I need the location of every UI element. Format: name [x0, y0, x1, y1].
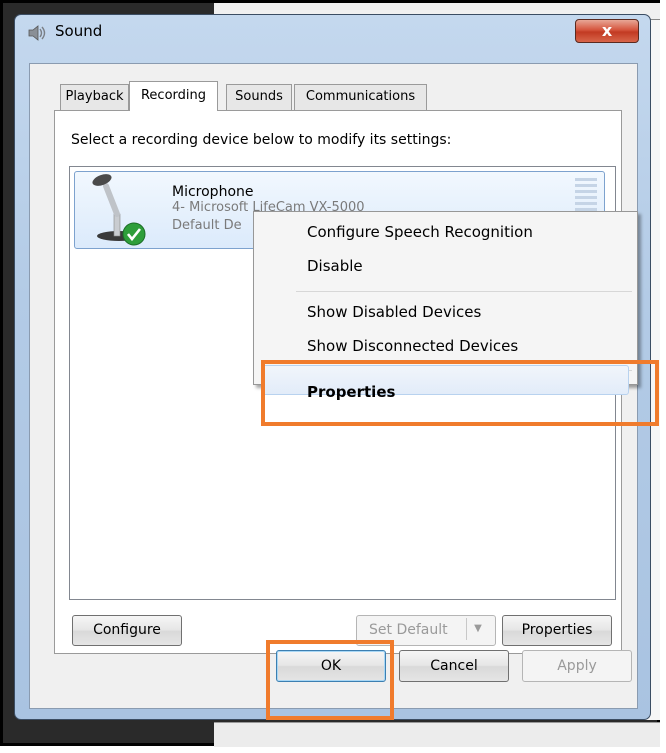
instruction-text: Select a recording device below to modif… [71, 132, 452, 148]
tab-recording[interactable]: Recording [129, 81, 218, 111]
tab-playback[interactable]: Playback [60, 84, 129, 110]
menu-item-disable[interactable]: Disable [307, 257, 363, 275]
background-window-bottom [214, 722, 660, 747]
menu-item-show-disabled-devices[interactable]: Show Disabled Devices [307, 303, 481, 321]
device-status: Default De [172, 218, 242, 233]
window-title: Sound [55, 22, 103, 40]
close-button[interactable]: x [575, 19, 639, 43]
menu-item-show-disconnected-devices[interactable]: Show Disconnected Devices [307, 337, 518, 355]
tab-communications[interactable]: Communications [294, 84, 427, 110]
cancel-button[interactable]: Cancel [399, 650, 509, 682]
chevron-down-icon: ▼ [466, 618, 489, 640]
configure-button[interactable]: Configure [72, 615, 182, 646]
speaker-icon [26, 22, 48, 44]
device-name: Microphone [172, 184, 254, 200]
apply-button: Apply [522, 650, 632, 682]
menu-separator [296, 291, 632, 292]
microphone-icon [84, 174, 154, 246]
menu-item-configure-speech-recognition[interactable]: Configure Speech Recognition [307, 223, 533, 241]
annotation-highlight-properties [261, 360, 659, 426]
tab-sounds[interactable]: Sounds [226, 84, 292, 110]
properties-button[interactable]: Properties [502, 615, 612, 646]
annotation-highlight-ok [266, 640, 394, 720]
set-default-label: Set Default [369, 622, 448, 638]
